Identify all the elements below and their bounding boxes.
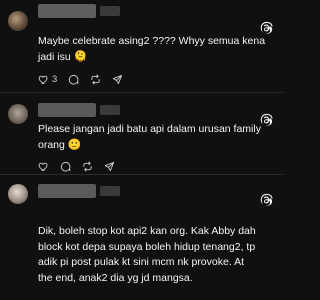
comment-line: block kot depa supaya boleh hidup tenang…: [38, 240, 256, 253]
reply-button[interactable]: [60, 161, 71, 172]
reply-icon: [60, 161, 71, 172]
share-icon: [113, 74, 123, 84]
comment-line: the end, anak2 dia yg jd mangsa.: [38, 271, 193, 284]
share-icon: [104, 161, 115, 171]
username-redacted[interactable]: [38, 184, 96, 198]
like-button[interactable]: 3: [38, 74, 57, 85]
like-count: 3: [52, 73, 58, 85]
comment-line: orang: [38, 139, 65, 151]
username-redacted[interactable]: [38, 4, 96, 18]
comment-text: Please jangan jadi batu api dalam urusan…: [38, 122, 269, 153]
comment-post-3: Dik, boleh stop kot api2 kan org. Kak Ab…: [0, 175, 283, 300]
username-redacted[interactable]: [38, 103, 96, 117]
comment-text: Maybe celebrate asing2 ???? Whyy semua k…: [38, 34, 269, 65]
comment-post-2: Please jangan jadi batu api dalam urusan…: [0, 93, 283, 173]
comment-line: Dik, boleh stop kot api2 kan org. Kak Ab…: [38, 225, 256, 237]
timestamp-redacted: [100, 6, 120, 16]
repost-icon: [91, 73, 100, 85]
comment-line: Please jangan jadi batu api dalam urusan…: [38, 123, 261, 135]
threads-icon[interactable]: [259, 193, 273, 207]
comment-line: jadi isu: [38, 51, 71, 63]
reply-icon: [69, 74, 79, 85]
comment-line: Maybe celebrate asing2 ???? Whyy semua k…: [38, 35, 266, 47]
repost-icon: [83, 160, 92, 172]
heart-icon: [38, 75, 48, 84]
comment-line: adik pi post pulak kt sini mcm nk provok…: [38, 256, 245, 268]
timestamp-redacted: [100, 186, 120, 196]
action-bar: 3: [38, 72, 134, 86]
timestamp-redacted: [100, 105, 120, 115]
reply-button[interactable]: [68, 74, 79, 85]
repost-button[interactable]: [82, 160, 93, 172]
avatar[interactable]: [8, 184, 28, 204]
slightly-smiling-emoji: 🙂: [67, 138, 82, 151]
avatar[interactable]: [8, 104, 28, 124]
like-button[interactable]: [38, 161, 49, 172]
repost-button[interactable]: [90, 73, 101, 85]
action-bar: [38, 159, 126, 173]
avatar[interactable]: [8, 11, 28, 31]
comment-text: Dik, boleh stop kot api2 kan org. Kak Ab…: [38, 224, 269, 286]
share-button[interactable]: [112, 74, 123, 85]
heart-icon: [38, 162, 48, 171]
comment-post-1: Maybe celebrate asing2 ???? Whyy semua k…: [0, 0, 283, 88]
share-button[interactable]: [104, 161, 115, 172]
threads-icon[interactable]: [259, 21, 273, 35]
melting-face-emoji: 🫠: [73, 50, 88, 63]
